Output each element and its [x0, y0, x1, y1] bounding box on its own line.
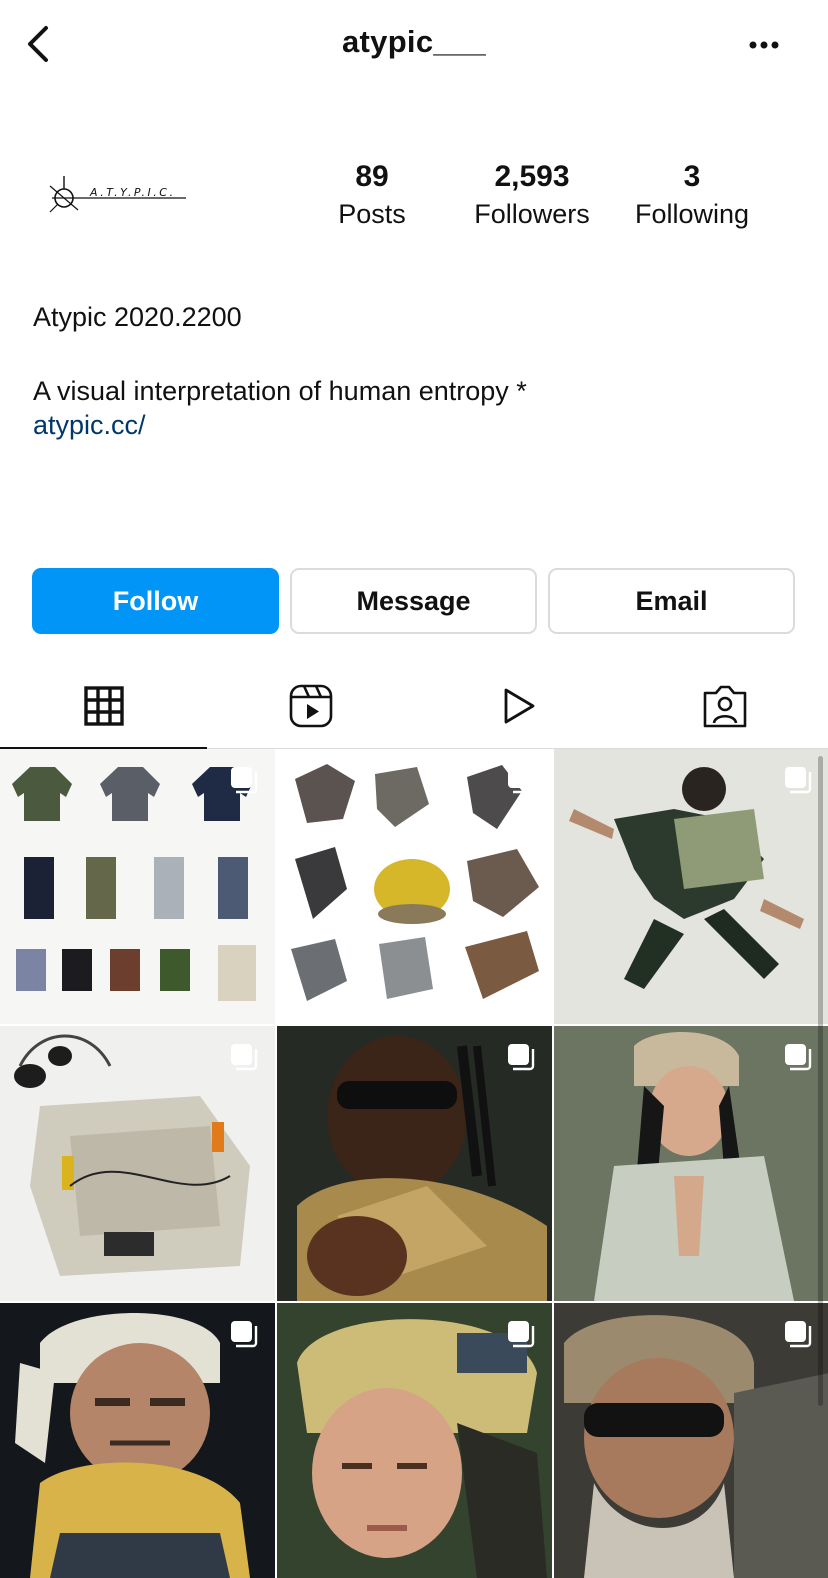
- post-thumbnail[interactable]: [554, 1026, 828, 1301]
- carousel-icon: [508, 1321, 535, 1348]
- post-thumbnail[interactable]: [277, 1026, 552, 1301]
- post-thumbnail[interactable]: [554, 1303, 828, 1578]
- following-count: 3: [683, 160, 701, 193]
- carousel-icon: [785, 767, 812, 794]
- carousel-icon: [785, 1044, 812, 1071]
- grid-icon: [83, 686, 124, 726]
- more-options-icon[interactable]: [740, 30, 788, 60]
- email-button[interactable]: Email: [548, 568, 795, 634]
- following-stat[interactable]: 3 Following: [612, 158, 772, 232]
- top-bar: atypic___: [0, 0, 828, 90]
- carousel-icon: [508, 767, 535, 794]
- play-icon: [504, 688, 534, 724]
- post-thumbnail[interactable]: [0, 1026, 275, 1301]
- carousel-icon: [231, 1321, 258, 1348]
- post-thumbnail[interactable]: [0, 749, 275, 1024]
- atypic-logo-icon: A.T.Y.P.I.C.: [49, 176, 186, 213]
- posts-label: Posts: [338, 199, 406, 229]
- post-thumbnail[interactable]: [277, 749, 552, 1024]
- post-thumbnail[interactable]: [0, 1303, 275, 1578]
- profile-avatar[interactable]: A.T.Y.P.I.C.: [36, 150, 206, 240]
- carousel-icon: [231, 1044, 258, 1071]
- follow-button[interactable]: Follow: [32, 568, 279, 634]
- followers-stat[interactable]: 2,593 Followers: [452, 158, 612, 232]
- tab-grid[interactable]: [0, 664, 207, 749]
- post-thumbnail[interactable]: [277, 1303, 552, 1578]
- bio-name: Atypic 2020.2200: [33, 302, 242, 332]
- message-button[interactable]: Message: [290, 568, 537, 634]
- tagged-person-icon: [703, 685, 746, 728]
- bio-link[interactable]: atypic.cc/: [33, 408, 793, 442]
- profile-tabs: [0, 664, 828, 749]
- reels-icon: [289, 684, 332, 728]
- scrollbar[interactable]: [818, 756, 823, 1406]
- carousel-icon: [785, 1321, 812, 1348]
- posts-stat[interactable]: 89 Posts: [292, 158, 452, 232]
- tab-videos[interactable]: [414, 664, 621, 748]
- followers-label: Followers: [474, 199, 590, 229]
- profile-bio: Atypic 2020.2200 A visual interpretation…: [33, 300, 793, 442]
- bio-description: A visual interpretation of human entropy…: [33, 376, 527, 406]
- following-label: Following: [634, 199, 750, 229]
- carousel-icon: [231, 767, 258, 794]
- followers-count: 2,593: [494, 160, 570, 193]
- logo-text: A.T.Y.P.I.C.: [89, 186, 175, 199]
- tab-reels[interactable]: [207, 664, 414, 748]
- profile-username-title: atypic___: [341, 24, 487, 59]
- posts-count: 89: [355, 160, 389, 193]
- carousel-icon: [508, 1044, 535, 1071]
- tab-tagged[interactable]: [621, 664, 828, 748]
- post-thumbnail[interactable]: [554, 749, 828, 1024]
